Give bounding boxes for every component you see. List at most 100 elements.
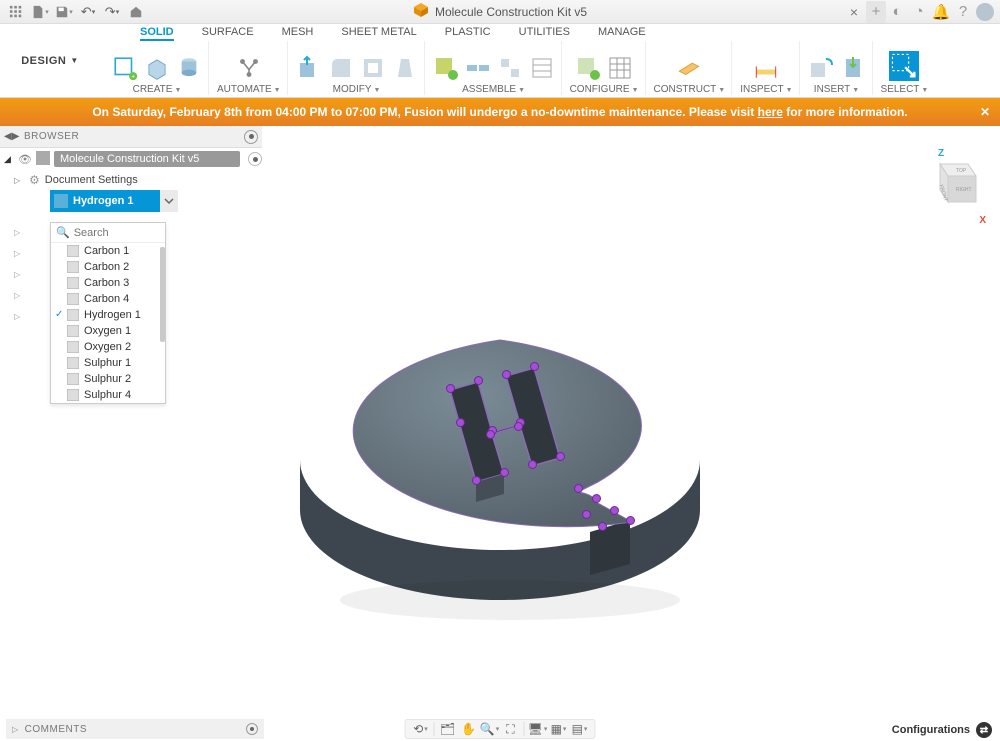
axis-x-label: X	[979, 215, 986, 226]
component-icon[interactable]	[433, 55, 459, 81]
asbuilt-icon[interactable]	[497, 55, 523, 81]
comments-settings-icon[interactable]	[246, 723, 258, 735]
config-dropdown: 🔍 Carbon 1 Carbon 2 Carbon 3 Carbon 4 Hy…	[50, 222, 166, 404]
draft-icon[interactable]	[392, 55, 418, 81]
collapse-browser-icon[interactable]: ◀▶	[4, 131, 18, 142]
expand-icon[interactable]: ▷	[14, 291, 20, 306]
save-icon[interactable]: ▾	[54, 2, 74, 22]
new-tab-icon[interactable]: +	[866, 1, 886, 23]
extensions-icon[interactable]: ◐	[886, 1, 908, 23]
list-item[interactable]: Oxygen 2	[51, 339, 165, 355]
tab-surface[interactable]: SURFACE	[202, 26, 254, 41]
joint-icon[interactable]	[465, 55, 491, 81]
tab-plastic[interactable]: PLASTIC	[445, 26, 491, 41]
orbit-icon[interactable]: ⟲	[412, 721, 430, 737]
expand-icon[interactable]: ▷	[14, 312, 20, 327]
fillet-icon[interactable]	[328, 55, 354, 81]
list-item[interactable]: Carbon 3	[51, 275, 165, 291]
jobs-icon[interactable]: ◔	[908, 1, 930, 23]
group-create: + CREATE▼	[106, 41, 209, 95]
lookat-icon[interactable]: 🗂	[439, 721, 457, 737]
measure-icon[interactable]	[753, 55, 779, 81]
box-icon[interactable]	[144, 55, 170, 81]
search-input[interactable]	[74, 227, 154, 239]
body-icon	[67, 357, 79, 369]
configurations-button[interactable]: Configurations ⇄	[892, 722, 992, 738]
home-icon[interactable]	[126, 2, 146, 22]
tree-root[interactable]: ◢ 👁 Molecule Construction Kit v5	[0, 148, 262, 170]
notifications-icon[interactable]: 🔔	[930, 1, 952, 23]
list-item[interactable]: Carbon 4	[51, 291, 165, 307]
close-tab-icon[interactable]: ×	[842, 4, 866, 20]
list-item[interactable]: Carbon 1	[51, 243, 165, 259]
tree-docsettings[interactable]: ▷ ⚙ Document Settings	[0, 170, 262, 190]
grid-icon[interactable]: ▦	[550, 721, 568, 737]
list-item[interactable]: Carbon 2	[51, 259, 165, 275]
body-icon	[67, 341, 79, 353]
presspull-icon[interactable]	[296, 55, 322, 81]
list-item[interactable]: Sulphur 2	[51, 371, 165, 387]
viewport-model[interactable]	[260, 280, 740, 640]
plane-icon[interactable]	[676, 55, 702, 81]
banner-text: On Saturday, February 8th from 04:00 PM …	[92, 105, 757, 119]
body-icon	[67, 293, 79, 305]
zoom-icon[interactable]: 🔍	[481, 721, 499, 737]
automate-icon[interactable]	[236, 55, 262, 81]
close-banner-icon[interactable]: ✕	[980, 105, 990, 119]
insert-icon[interactable]	[840, 55, 866, 81]
user-avatar[interactable]	[974, 1, 996, 23]
list-item[interactable]: Sulphur 4	[51, 387, 165, 403]
body-icon	[54, 194, 68, 208]
bom-icon[interactable]	[529, 55, 555, 81]
workspace-switcher[interactable]: DESIGN▼	[0, 24, 100, 97]
expand-icon[interactable]: ▷	[14, 270, 20, 285]
body-icon	[67, 261, 79, 273]
comments-panel-header[interactable]: ▷ COMMENTS	[6, 719, 264, 739]
browser-panel-header: ◀▶ BROWSER	[0, 126, 262, 148]
browser-settings-icon[interactable]	[244, 130, 258, 144]
undo-icon[interactable]: ↶▾	[78, 2, 98, 22]
list-item[interactable]: Oxygen 1	[51, 323, 165, 339]
sketch-icon[interactable]: +	[112, 55, 138, 81]
root-label[interactable]: Molecule Construction Kit v5	[54, 151, 240, 167]
expand-icon[interactable]: ▷	[14, 176, 24, 185]
apps-grid-icon[interactable]	[6, 2, 26, 22]
list-item[interactable]: Hydrogen 1	[51, 307, 165, 323]
tab-sheetmetal[interactable]: SHEET METAL	[341, 26, 416, 41]
display-icon[interactable]: 🖥	[529, 721, 547, 737]
config-dropdown-button[interactable]	[160, 190, 178, 212]
redo-icon[interactable]: ↷▾	[102, 2, 122, 22]
help-icon[interactable]: ?	[952, 1, 974, 23]
new-file-icon[interactable]: ▾	[30, 2, 50, 22]
doc-cube-icon	[413, 2, 429, 21]
expand-icon[interactable]: ◢	[4, 154, 14, 165]
activate-icon[interactable]	[248, 152, 262, 166]
select-icon[interactable]	[889, 51, 919, 81]
expand-icon[interactable]: ▷	[12, 725, 19, 734]
cylinder-icon[interactable]	[176, 55, 202, 81]
tree-active-config[interactable]: Hydrogen 1	[50, 190, 160, 212]
group-automate: AUTOMATE▼	[211, 41, 288, 95]
expand-icon[interactable]: ▷	[14, 228, 20, 243]
shell-icon[interactable]	[360, 55, 386, 81]
tab-utilities[interactable]: UTILITIES	[519, 26, 570, 41]
fit-icon[interactable]: ⛶	[502, 721, 520, 737]
dropdown-search: 🔍	[51, 223, 165, 243]
tab-manage[interactable]: MANAGE	[598, 26, 646, 41]
table-icon[interactable]	[607, 55, 633, 81]
tab-mesh[interactable]: MESH	[282, 26, 314, 41]
viewports-icon[interactable]: ▤	[571, 721, 589, 737]
scrollbar[interactable]	[159, 243, 165, 403]
pan-icon[interactable]: ✋	[460, 721, 478, 737]
search-icon: 🔍	[56, 226, 70, 239]
config-icon[interactable]	[575, 55, 601, 81]
ribbon-tabs: SOLID SURFACE MESH SHEET METAL PLASTIC U…	[100, 24, 1000, 41]
insert-derive-icon[interactable]	[808, 55, 834, 81]
viewcube[interactable]: Z TOP FRONT RIGHT X	[926, 154, 982, 218]
banner-link[interactable]: here	[758, 105, 783, 119]
visibility-icon[interactable]: 👁	[18, 153, 32, 166]
tab-solid[interactable]: SOLID	[140, 26, 174, 41]
expand-icon[interactable]: ▷	[14, 249, 20, 264]
body-icon	[67, 309, 79, 321]
list-item[interactable]: Sulphur 1	[51, 355, 165, 371]
